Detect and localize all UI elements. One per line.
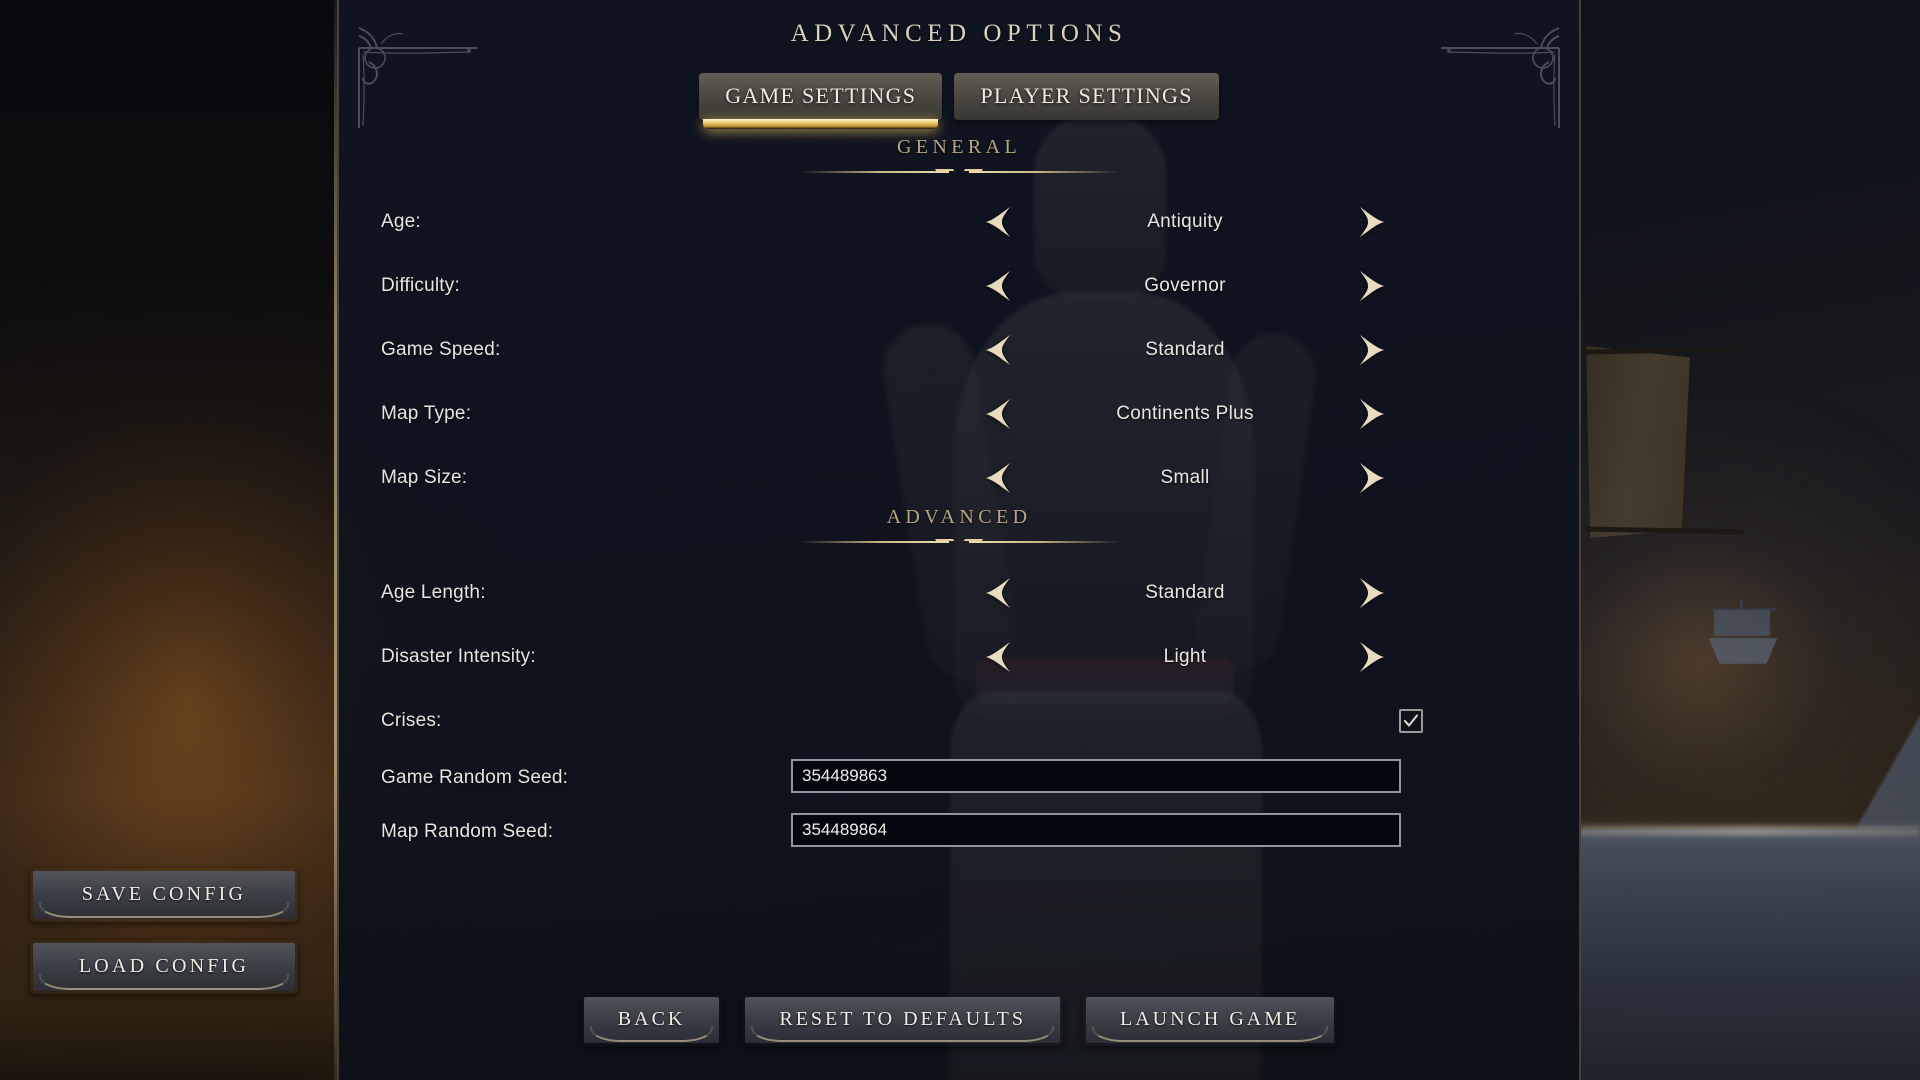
- option-value: Continents Plus: [1116, 403, 1254, 424]
- footer-button-group: BACK RESET TO DEFAULTS LAUNCH GAME: [339, 994, 1579, 1046]
- chevron-left-ornate-icon[interactable]: [979, 202, 1021, 242]
- background-ship: [1700, 598, 1786, 664]
- section-general-header: GENERAL: [339, 136, 1579, 183]
- chevron-right-ornate-icon[interactable]: [1349, 458, 1391, 498]
- option-value: Light: [1163, 646, 1207, 667]
- option-label: Map Size:: [381, 467, 468, 488]
- option-row-difficulty: Difficulty: Governor: [339, 254, 1579, 318]
- chevron-right-ornate-icon[interactable]: [1349, 637, 1391, 677]
- option-label: Difficulty:: [381, 275, 460, 296]
- stepper-disaster-intensity: Light: [979, 637, 1391, 677]
- chevron-left-ornate-icon[interactable]: [979, 330, 1021, 370]
- option-label: Age:: [381, 211, 421, 232]
- background-shoreline: [1580, 826, 1920, 836]
- option-value: Small: [1160, 467, 1210, 488]
- stepper-map-size: Small: [979, 458, 1391, 498]
- option-label: Map Random Seed:: [381, 821, 554, 842]
- option-row-disaster-intensity: Disaster Intensity: Light: [339, 625, 1579, 689]
- option-label: Map Type:: [381, 403, 472, 424]
- stepper-map-type: Continents Plus: [979, 394, 1391, 434]
- stepper-age: Antiquity: [979, 202, 1391, 242]
- ship-sail: [1714, 610, 1770, 636]
- option-row-age-length: Age Length: Standard: [339, 561, 1579, 625]
- chevron-left-ornate-icon[interactable]: [979, 458, 1021, 498]
- section-label: ADVANCED: [886, 506, 1032, 528]
- option-label: Disaster Intensity:: [381, 646, 536, 667]
- chevron-left-ornate-icon[interactable]: [979, 637, 1021, 677]
- general-options-list: Age: Antiquity Difficulty: Governor Game…: [339, 190, 1579, 510]
- chevron-right-ornate-icon[interactable]: [1349, 330, 1391, 370]
- option-row-game-speed: Game Speed: Standard: [339, 318, 1579, 382]
- background-water: [1580, 830, 1920, 1080]
- chevron-right-ornate-icon[interactable]: [1349, 573, 1391, 613]
- ship-hull: [1708, 638, 1778, 664]
- option-row-map-random-seed: Map Random Seed:: [339, 813, 1579, 867]
- checkmark-icon: [1403, 714, 1419, 727]
- launch-game-button[interactable]: LAUNCH GAME: [1082, 994, 1338, 1046]
- stepper-age-length: Standard: [979, 573, 1391, 613]
- option-row-map-size: Map Size: Small: [339, 446, 1579, 510]
- option-label: Game Random Seed:: [381, 767, 569, 788]
- settings-tabs: GAME SETTINGS PLAYER SETTINGS: [339, 70, 1579, 129]
- option-label: Age Length:: [381, 582, 486, 603]
- reset-to-defaults-button[interactable]: RESET TO DEFAULTS: [742, 994, 1063, 1046]
- background-pyramid: [1855, 690, 1920, 830]
- option-row-game-random-seed: Game Random Seed:: [339, 759, 1579, 813]
- page-title: ADVANCED OPTIONS: [790, 20, 1128, 47]
- back-button[interactable]: BACK: [580, 994, 723, 1046]
- map-random-seed-input[interactable]: [791, 813, 1401, 847]
- chevron-right-ornate-icon[interactable]: [1349, 202, 1391, 242]
- section-label: GENERAL: [896, 136, 1022, 158]
- chevron-right-ornate-icon[interactable]: [1349, 266, 1391, 306]
- advanced-options-list: Age Length: Standard Disaster Intensity:: [339, 561, 1579, 867]
- tab-player-settings[interactable]: PLAYER SETTINGS: [951, 70, 1223, 123]
- game-random-seed-input[interactable]: [791, 759, 1401, 793]
- option-value: Antiquity: [1147, 211, 1223, 232]
- background-foreground-sail: [1586, 346, 1690, 538]
- tab-game-settings[interactable]: GAME SETTINGS: [696, 70, 946, 129]
- option-row-age: Age: Antiquity: [339, 190, 1579, 254]
- game-screen: SAVE CONFIG LOAD CONFIG ADVANCED OPTIONS…: [0, 0, 1920, 1080]
- config-button-group: SAVE CONFIG LOAD CONFIG: [30, 868, 298, 994]
- chevron-right-ornate-icon[interactable]: [1349, 394, 1391, 434]
- options-panel: ADVANCED OPTIONS GAME SETTINGS PLAYER SE…: [337, 0, 1581, 1080]
- chevron-left-ornate-icon[interactable]: [979, 266, 1021, 306]
- section-divider: [799, 537, 1119, 553]
- stepper-difficulty: Governor: [979, 266, 1391, 306]
- option-label: Game Speed:: [381, 339, 501, 360]
- load-config-button[interactable]: LOAD CONFIG: [30, 940, 298, 994]
- option-value: Standard: [1145, 339, 1225, 360]
- option-label: Crises:: [381, 710, 442, 731]
- option-row-map-type: Map Type: Continents Plus: [339, 382, 1579, 446]
- option-row-crises: Crises:: [339, 689, 1579, 753]
- left-sidebar: SAVE CONFIG LOAD CONFIG: [0, 0, 337, 1080]
- option-value: Governor: [1144, 275, 1226, 296]
- option-value: Standard: [1145, 582, 1225, 603]
- crises-checkbox[interactable]: [1399, 709, 1423, 733]
- chevron-left-ornate-icon[interactable]: [979, 573, 1021, 613]
- section-divider: [799, 167, 1119, 183]
- section-advanced-header: ADVANCED: [339, 506, 1579, 553]
- save-config-button[interactable]: SAVE CONFIG: [30, 868, 298, 922]
- stepper-game-speed: Standard: [979, 330, 1391, 370]
- chevron-left-ornate-icon[interactable]: [979, 394, 1021, 434]
